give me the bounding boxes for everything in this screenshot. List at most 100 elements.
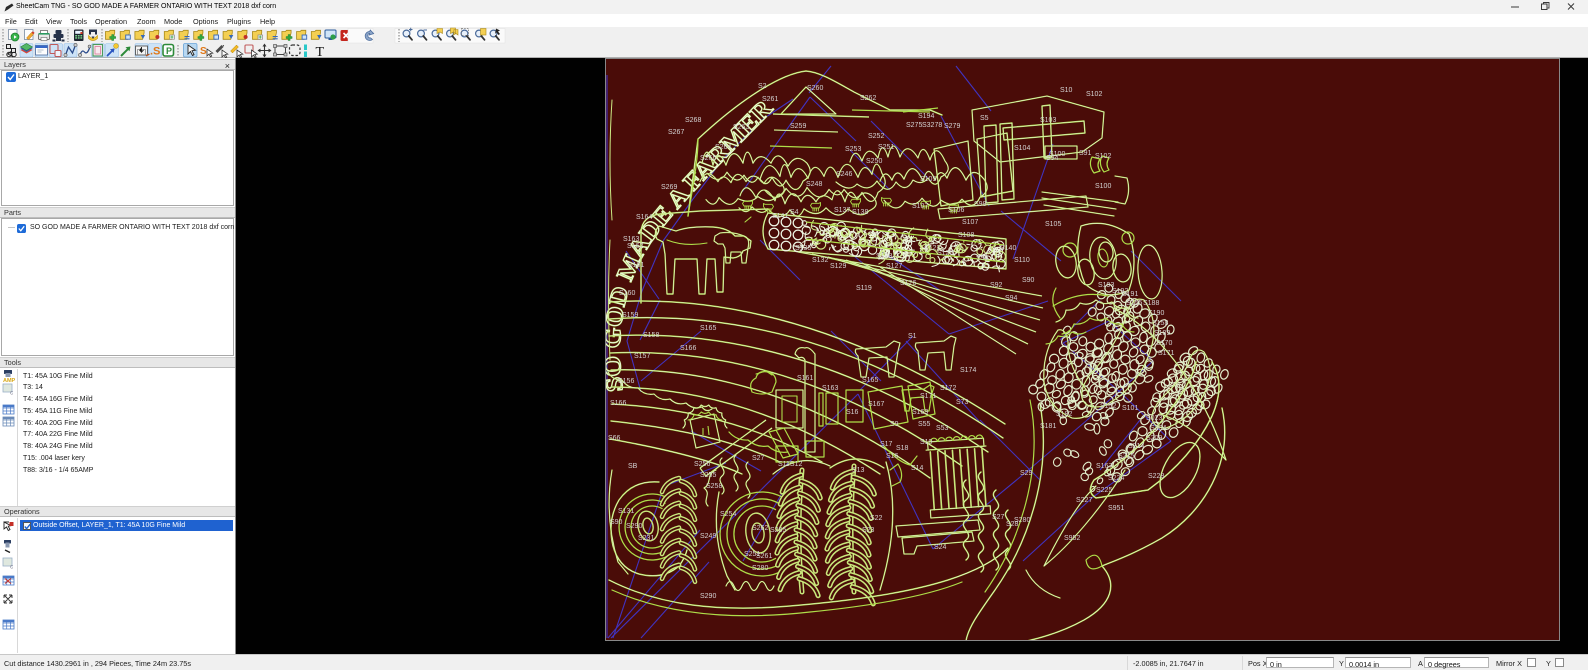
svg-text:S16: S16 [886, 453, 899, 460]
svg-text:S255: S255 [700, 472, 716, 479]
svg-text:S188: S188 [1143, 300, 1159, 307]
svg-text:S94: S94 [1046, 155, 1059, 162]
svg-text:S248: S248 [806, 181, 822, 188]
svg-text:S263: S263 [733, 124, 749, 131]
svg-text:S100: S100 [1095, 183, 1111, 190]
svg-text:S126: S126 [900, 280, 916, 287]
svg-text:S29: S29 [1020, 470, 1033, 477]
svg-text:S261: S261 [762, 96, 778, 103]
svg-text:S159: S159 [622, 312, 638, 319]
svg-text:S122: S122 [924, 245, 940, 252]
svg-text:S132: S132 [812, 257, 828, 264]
svg-text:S119: S119 [856, 285, 872, 292]
svg-text:S92: S92 [990, 282, 1003, 289]
svg-text:S22: S22 [870, 515, 883, 522]
svg-text:S98: S98 [974, 201, 987, 208]
svg-text:S14: S14 [911, 465, 924, 472]
svg-text:S182: S182 [1056, 411, 1072, 418]
svg-text:S135: S135 [795, 245, 811, 252]
svg-text:S249: S249 [700, 533, 716, 540]
svg-text:S10: S10 [1060, 87, 1073, 94]
svg-text:S156: S156 [618, 378, 634, 385]
svg-text:S951: S951 [1108, 505, 1124, 512]
svg-text:S252: S252 [868, 133, 884, 140]
svg-text:S166: S166 [610, 400, 626, 407]
svg-text:S215: S215 [1118, 453, 1134, 460]
svg-text:S167: S167 [868, 401, 884, 408]
svg-text:S27: S27 [752, 455, 765, 462]
svg-text:S275: S275 [906, 122, 922, 129]
svg-text:S102: S102 [1095, 153, 1111, 160]
svg-text:S105: S105 [1045, 221, 1061, 228]
svg-text:S259: S259 [790, 123, 806, 130]
svg-text:S2: S2 [758, 83, 767, 90]
svg-text:S189: S189 [1154, 330, 1170, 337]
svg-text:T: T [316, 45, 325, 58]
svg-text:S258: S258 [706, 483, 722, 490]
svg-text:S170: S170 [1156, 340, 1172, 347]
svg-text:S228: S228 [1148, 473, 1164, 480]
svg-text:S141: S141 [772, 213, 788, 220]
svg-text:S90: S90 [610, 519, 623, 526]
svg-text:S161: S161 [797, 375, 813, 382]
svg-text:S66: S66 [608, 435, 621, 442]
svg-text:S23: S23 [862, 527, 875, 534]
svg-text:S101: S101 [1122, 405, 1138, 412]
svg-text:S256: S256 [694, 461, 710, 468]
svg-text:S267: S267 [668, 129, 684, 136]
svg-text:S19: S19 [920, 439, 933, 446]
svg-text:S138: S138 [852, 209, 868, 216]
svg-text:S262: S262 [860, 95, 876, 102]
svg-text:S224: S224 [1108, 475, 1124, 482]
svg-text:S137: S137 [834, 207, 850, 214]
svg-text:S225: S225 [1096, 487, 1112, 494]
svg-text:S209: S209 [1146, 435, 1162, 442]
svg-text:.S: .S [150, 46, 160, 58]
svg-text:S253: S253 [845, 146, 861, 153]
svg-text:S108: S108 [958, 232, 974, 239]
svg-text:S290: S290 [700, 593, 716, 600]
svg-text:S91: S91 [1079, 150, 1092, 157]
svg-text:S28: S28 [1006, 521, 1019, 528]
svg-text:c: c [10, 390, 14, 397]
svg-text:S103: S103 [1040, 117, 1056, 124]
svg-text:S110: S110 [1014, 257, 1030, 264]
svg-text:S261: S261 [756, 553, 772, 560]
svg-text:S260: S260 [807, 85, 823, 92]
svg-text:S96: S96 [976, 255, 989, 262]
svg-text:S279: S279 [944, 123, 960, 130]
svg-text:S102: S102 [1086, 91, 1102, 98]
svg-text:SB: SB [628, 463, 638, 470]
svg-text:S24: S24 [934, 544, 947, 551]
svg-text:S166: S166 [680, 345, 696, 352]
svg-text:S023: S023 [1146, 415, 1162, 422]
svg-text:AMP: AMP [3, 378, 16, 384]
svg-text:S: S [200, 46, 207, 57]
svg-text:S158: S158 [1152, 320, 1168, 327]
svg-text:S268: S268 [685, 117, 701, 124]
svg-text:S104: S104 [1014, 145, 1030, 152]
svg-text:P: P [166, 46, 172, 56]
svg-text:S164: S164 [636, 214, 652, 221]
svg-text:S160: S160 [619, 290, 635, 297]
svg-text:S264: S264 [715, 144, 731, 151]
svg-text:S157: S157 [634, 353, 650, 360]
svg-text:S128: S128 [876, 253, 892, 260]
svg-text:S227: S227 [1076, 497, 1092, 504]
svg-text:S55: S55 [918, 421, 931, 428]
svg-text:S290: S290 [626, 523, 642, 530]
svg-text:S262: S262 [752, 525, 768, 532]
svg-text:S246: S246 [836, 171, 852, 178]
svg-text:S165: S165 [700, 325, 716, 332]
svg-text:S11S12: S11S12 [778, 461, 802, 468]
svg-text:S140: S140 [1000, 245, 1016, 252]
svg-text:S107: S107 [912, 203, 928, 210]
svg-text:S4: S4 [790, 209, 799, 216]
svg-text:S5: S5 [980, 115, 989, 122]
svg-text:S214: S214 [1128, 443, 1144, 450]
svg-text:S106: S106 [948, 207, 964, 214]
svg-text:S172: S172 [940, 385, 956, 392]
svg-text:S94: S94 [1005, 295, 1018, 302]
svg-text:S27: S27 [992, 514, 1005, 521]
svg-text:S163: S163 [822, 385, 838, 392]
